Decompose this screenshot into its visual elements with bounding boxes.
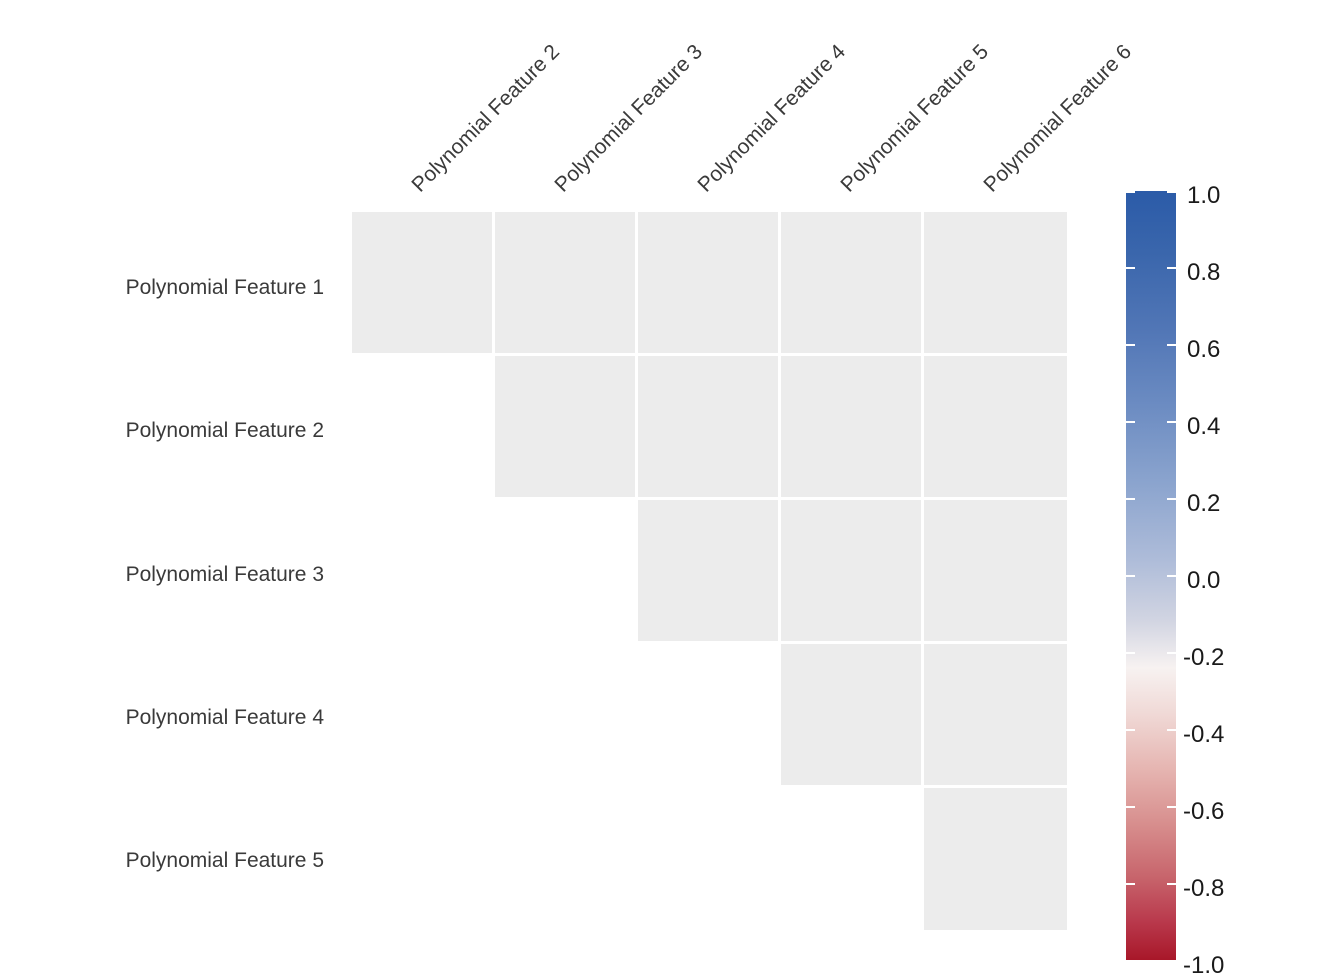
colorbar-tick <box>1167 652 1176 654</box>
colorbar-tick-label-7: -0.4 <box>1183 721 1225 748</box>
colorbar-tick <box>1167 191 1176 193</box>
colorbar-tick <box>1167 267 1176 269</box>
colorbar-tick-label-9: -0.8 <box>1183 875 1225 902</box>
colorbar-tick <box>1167 498 1176 500</box>
colorbar-tick <box>1167 421 1176 423</box>
y-tick-label-3: Polynomial Feature 4 <box>125 706 324 729</box>
colorbar-tick-label-0: 1.0 <box>1187 182 1221 209</box>
heatmap-cell[interactable] <box>781 356 921 497</box>
colorbar-tick <box>1167 806 1176 808</box>
x-tick-label-2: Polynomial Feature 4 <box>693 40 851 197</box>
correlation-heatmap-figure: Polynomial Feature 2 Polynomial Feature … <box>0 0 1344 978</box>
heatmap-cell[interactable] <box>924 356 1067 497</box>
colorbar-tick <box>1126 652 1135 654</box>
y-tick-label-0: Polynomial Feature 1 <box>125 276 324 299</box>
heatmap-cell[interactable] <box>924 212 1067 353</box>
colorbar-tick-label-8: -0.6 <box>1183 798 1225 825</box>
heatmap-cell[interactable] <box>638 500 778 641</box>
colorbar-tick <box>1167 575 1176 577</box>
colorbar-tick-label-1: 0.8 <box>1187 259 1221 286</box>
y-tick-label-1: Polynomial Feature 2 <box>125 419 324 442</box>
heatmap-cell[interactable] <box>781 500 921 641</box>
colorbar[interactable] <box>1126 191 1176 960</box>
colorbar-tick <box>1126 267 1135 269</box>
colorbar-tick <box>1126 344 1135 346</box>
colorbar-tick <box>1126 421 1135 423</box>
colorbar-tick-label-4: 0.2 <box>1187 490 1221 517</box>
x-tick-label-1: Polynomial Feature 3 <box>550 40 708 197</box>
colorbar-tick <box>1126 191 1135 193</box>
colorbar-tick-label-3: 0.4 <box>1187 413 1221 440</box>
colorbar-tick <box>1167 729 1176 731</box>
heatmap-cell[interactable] <box>495 212 635 353</box>
colorbar-tick-label-2: 0.6 <box>1187 336 1221 363</box>
heatmap-cell[interactable] <box>638 212 778 353</box>
colorbar-tick <box>1167 883 1176 885</box>
heatmap-cell[interactable] <box>924 500 1067 641</box>
colorbar-tick-label-10: -1.0 <box>1183 952 1225 979</box>
heatmap-cell[interactable] <box>781 212 921 353</box>
x-tick-label-0: Polynomial Feature 2 <box>407 40 565 197</box>
heatmap-cell[interactable] <box>638 356 778 497</box>
colorbar-tick <box>1126 806 1135 808</box>
heatmap-cell[interactable] <box>352 212 492 353</box>
colorbar-tick <box>1126 575 1135 577</box>
x-tick-label-4: Polynomial Feature 6 <box>979 40 1137 197</box>
colorbar-tick <box>1126 883 1135 885</box>
heatmap-cell[interactable] <box>495 356 635 497</box>
colorbar-tick <box>1126 498 1135 500</box>
y-tick-label-4: Polynomial Feature 5 <box>125 849 324 872</box>
x-tick-label-3: Polynomial Feature 5 <box>836 40 994 197</box>
heatmap-cell[interactable] <box>924 788 1067 930</box>
colorbar-tick <box>1167 344 1176 346</box>
colorbar-tick-label-6: -0.2 <box>1183 644 1225 671</box>
colorbar-tick <box>1126 729 1135 731</box>
y-tick-label-2: Polynomial Feature 3 <box>125 563 324 586</box>
colorbar-tick-label-5: 0.0 <box>1187 567 1221 594</box>
heatmap-cell[interactable] <box>924 644 1067 785</box>
heatmap-cell[interactable] <box>781 644 921 785</box>
